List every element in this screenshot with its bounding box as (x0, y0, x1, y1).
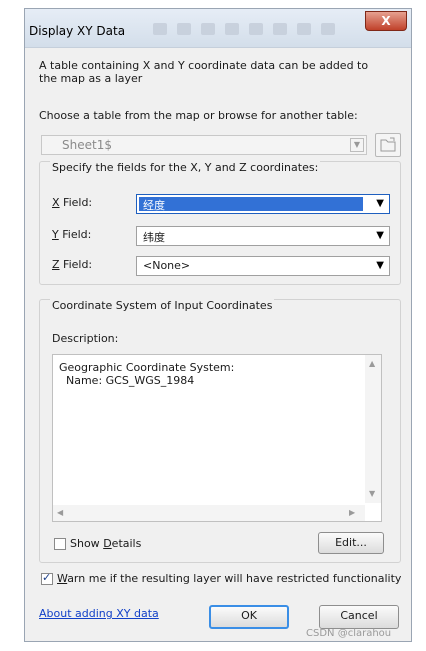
toolbar-icon (177, 23, 191, 35)
description-label: Description: (52, 332, 119, 345)
watermark: CSDN @clarahou (306, 628, 392, 639)
toolbar-icon (273, 23, 287, 35)
horizontal-scrollbar[interactable]: ◀ ▶ (53, 505, 365, 521)
fields-group-title: Specify the fields for the X, Y and Z co… (50, 161, 321, 174)
display-xy-data-dialog: Display XY Data X A table containing X a… (24, 8, 412, 642)
close-button[interactable]: X (365, 11, 407, 31)
scroll-up-icon[interactable]: ▲ (369, 359, 375, 368)
table-select[interactable]: Sheet1$ ▼ (41, 135, 367, 155)
chevron-down-icon: ▼ (350, 138, 364, 152)
fields-group: Specify the fields for the X, Y and Z co… (39, 161, 401, 285)
dialog-title: Display XY Data (29, 24, 126, 38)
z-field-label: Z Field: (52, 258, 93, 271)
description-text: Geographic Coordinate System: Name: GCS_… (59, 361, 235, 387)
z-field-value: <None> (143, 259, 191, 272)
show-details-checkbox[interactable] (54, 538, 66, 550)
x-field-select[interactable]: 经度 ▼ (136, 194, 390, 214)
warn-checkbox[interactable] (41, 571, 53, 585)
ok-button[interactable]: OK (209, 605, 289, 629)
toolbar-icon (297, 23, 311, 35)
close-icon: X (381, 14, 391, 28)
about-xy-data-link[interactable]: About adding XY data (39, 607, 159, 620)
y-field-value: 纬度 (143, 231, 165, 244)
toolbar-icon (249, 23, 263, 35)
table-select-value: Sheet1$ (62, 138, 112, 152)
toolbar-icon (321, 23, 335, 35)
x-field-value: 经度 (143, 199, 165, 212)
scroll-right-icon[interactable]: ▶ (349, 508, 355, 517)
toolbar-icon (225, 23, 239, 35)
z-field-select[interactable]: <None> ▼ (136, 256, 390, 276)
selection-highlight (139, 197, 363, 211)
y-field-label: Y Field: (52, 228, 92, 241)
x-field-label: X Field: (52, 196, 93, 209)
show-details-label[interactable]: Show Details (70, 537, 141, 550)
warn-label[interactable]: Warn me if the resulting layer will have… (57, 572, 401, 585)
browse-button[interactable] (375, 133, 401, 157)
toolbar-icon (201, 23, 215, 35)
scroll-down-icon[interactable]: ▼ (369, 489, 375, 498)
chevron-down-icon: ▼ (376, 260, 384, 271)
coordinate-group-title: Coordinate System of Input Coordinates (50, 299, 275, 312)
scroll-left-icon[interactable]: ◀ (57, 508, 63, 517)
title-bar-icons (153, 23, 345, 38)
coordinate-system-group: Coordinate System of Input Coordinates D… (39, 299, 401, 563)
intro-text: A table containing X and Y coordinate da… (39, 59, 369, 85)
toolbar-icon (153, 23, 167, 35)
edit-button[interactable]: Edit... (318, 532, 384, 554)
chevron-down-icon: ▼ (376, 198, 384, 209)
chevron-down-icon: ▼ (376, 230, 384, 241)
cancel-button[interactable]: Cancel (319, 605, 399, 629)
y-field-select[interactable]: 纬度 ▼ (136, 226, 390, 246)
folder-open-icon (380, 137, 396, 152)
choose-table-label: Choose a table from the map or browse fo… (39, 109, 358, 122)
title-bar[interactable]: Display XY Data X (25, 9, 411, 48)
description-box[interactable]: Geographic Coordinate System: Name: GCS_… (52, 354, 382, 522)
vertical-scrollbar[interactable]: ▲ ▼ (365, 355, 381, 503)
